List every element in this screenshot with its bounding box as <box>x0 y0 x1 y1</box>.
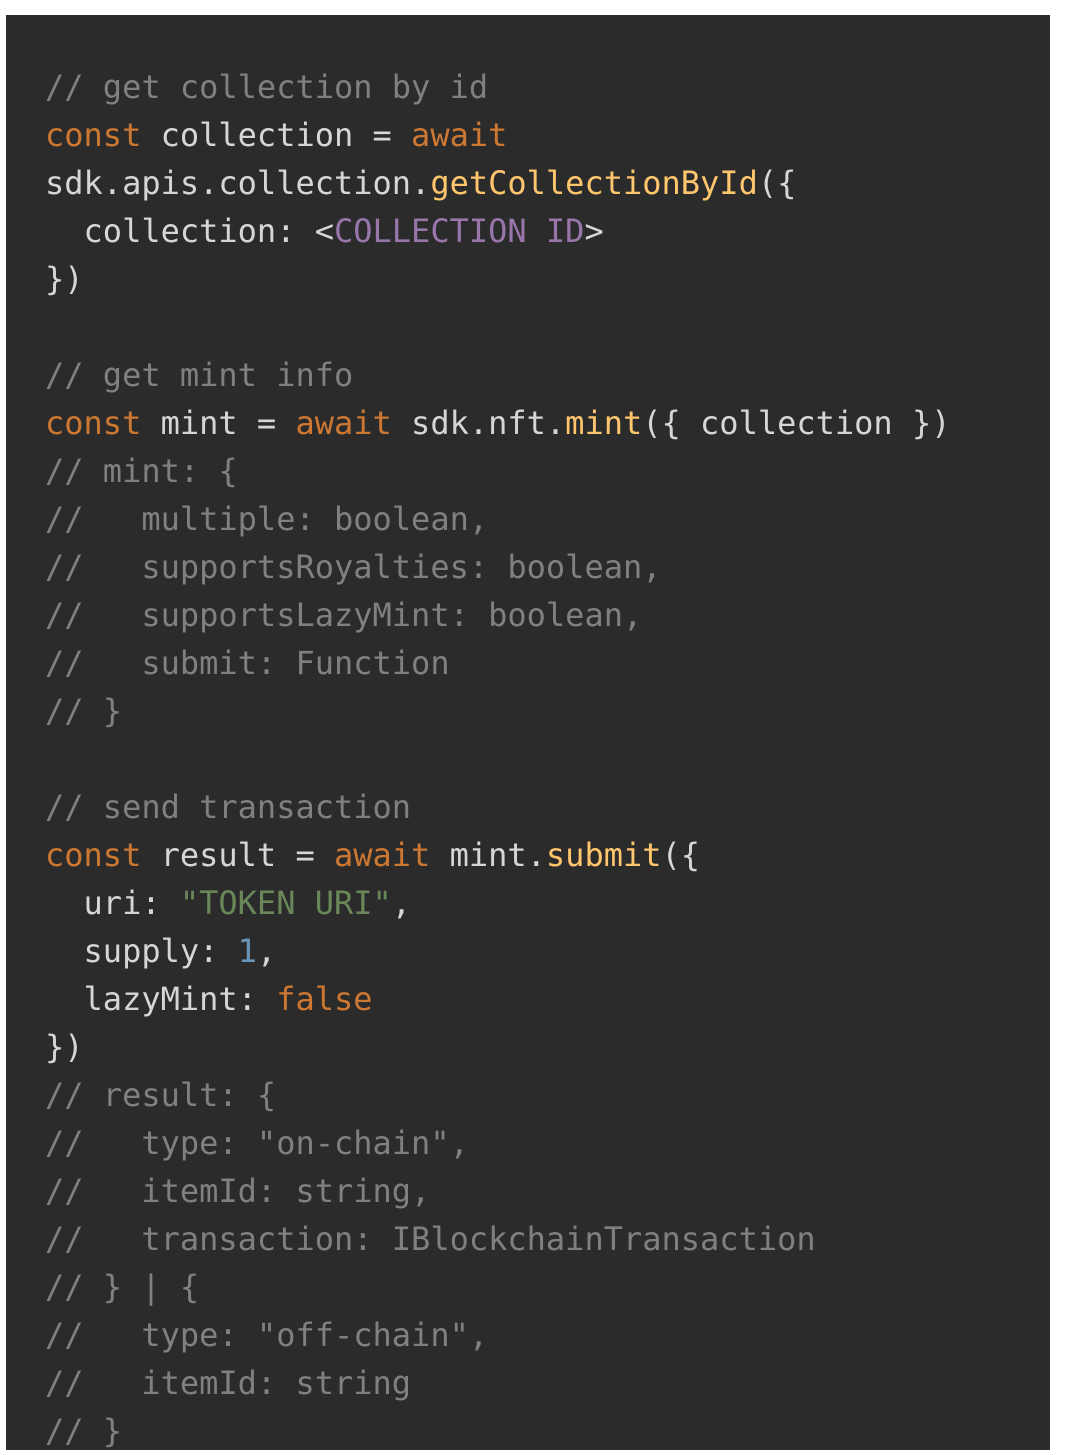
code-line: // result: { <box>45 1071 1050 1119</box>
code-number-token: 1 <box>237 932 257 970</box>
code-line: // itemId: string <box>45 1359 1050 1407</box>
code-line: uri: "TOKEN URI", <box>45 879 1050 927</box>
code-comment-token: // itemId: string, <box>45 1172 431 1210</box>
code-line: // type: "off-chain", <box>45 1311 1050 1359</box>
code-keyword-token: false <box>276 980 373 1018</box>
code-placeholder-token: COLLECTION ID <box>333 212 585 250</box>
code-line: // type: "on-chain", <box>45 1119 1050 1167</box>
code-line: // submit: Function <box>45 639 1050 687</box>
code-text-token: sdk.apis.collection. <box>45 164 431 202</box>
code-line: // multiple: boolean, <box>45 495 1050 543</box>
code-block: // get collection by id const collection … <box>6 15 1050 1450</box>
code-line: const result = await mint.submit({ <box>45 831 1050 879</box>
code-line: // get collection by id <box>45 63 1050 111</box>
code-string-token: "TOKEN URI" <box>179 884 392 922</box>
code-line: // } <box>45 1407 1050 1455</box>
code-comment-token: // mint: { <box>45 452 238 490</box>
code-text-token: lazyMint: <box>45 980 277 1018</box>
code-comment-token: // itemId: string <box>45 1364 412 1402</box>
code-comment-token: // type: "off-chain", <box>45 1316 489 1354</box>
code-keyword-token: await <box>295 404 392 442</box>
code-comment-token: // supportsRoyalties: boolean, <box>45 548 662 586</box>
code-line: // supportsLazyMint: boolean, <box>45 591 1050 639</box>
code-text-token: supply: <box>45 932 238 970</box>
code-keyword-token: const <box>45 836 142 874</box>
code-function-token: mint <box>565 404 643 442</box>
code-line: // itemId: string, <box>45 1167 1050 1215</box>
code-comment-token: // transaction: IBlockchainTransaction <box>45 1220 816 1258</box>
code-text-token: , <box>256 932 277 970</box>
code-line: supply: 1, <box>45 927 1050 975</box>
code-text-token: collection: < <box>45 212 334 250</box>
code-comment-token: // multiple: boolean, <box>45 500 489 538</box>
code-text-token: mint. <box>430 836 546 874</box>
code-text-token: }) <box>45 260 84 298</box>
code-line: // transaction: IBlockchainTransaction <box>45 1215 1050 1263</box>
code-comment-token: // send transaction <box>45 788 412 826</box>
code-text-token: sdk.nft. <box>391 404 566 442</box>
code-comment-token: // } | { <box>45 1268 200 1306</box>
code-comment-token: // } <box>45 692 123 730</box>
code-text-token: }) <box>45 1028 84 1066</box>
code-line: const collection = await <box>45 111 1050 159</box>
code-text-token: , <box>391 884 412 922</box>
code-comment-token: // get collection by id <box>45 68 489 106</box>
code-comment-token: // submit: Function <box>45 644 450 682</box>
code-text-token: result = <box>141 836 334 874</box>
code-line: const mint = await sdk.nft.mint({ collec… <box>45 399 1050 447</box>
code-function-token: submit <box>545 836 662 874</box>
code-line: // } <box>45 687 1050 735</box>
code-text-token: ({ <box>757 164 797 202</box>
code-comment-token: // } <box>45 1412 123 1450</box>
code-text-token: ({ <box>661 836 701 874</box>
code-line: // } | { <box>45 1263 1050 1311</box>
code-function-token: getCollectionById <box>430 164 758 202</box>
code-line: // get mint info <box>45 351 1050 399</box>
code-keyword-token: const <box>45 116 142 154</box>
code-line: // supportsRoyalties: boolean, <box>45 543 1050 591</box>
code-text-token: ({ collection }) <box>642 404 951 442</box>
code-text-token: mint = <box>141 404 296 442</box>
code-lines: // get collection by id const collection … <box>45 63 1050 1455</box>
code-text-token: uri: <box>45 884 180 922</box>
code-line: sdk.apis.collection.getCollectionById({ <box>45 159 1050 207</box>
code-text-token: collection = <box>141 116 412 154</box>
code-comment-token: // get mint info <box>45 356 354 394</box>
code-line: lazyMint: false <box>45 975 1050 1023</box>
code-line: // mint: { <box>45 447 1050 495</box>
code-comment-token: // supportsLazyMint: boolean, <box>45 596 643 634</box>
code-keyword-token: await <box>411 116 508 154</box>
code-keyword-token: await <box>333 836 431 874</box>
code-line: }) <box>45 1023 1050 1071</box>
code-comment-token: // type: "on-chain", <box>45 1124 469 1162</box>
code-line: // send transaction <box>45 783 1050 831</box>
code-line: collection: <COLLECTION ID> <box>45 207 1050 255</box>
code-line: }) <box>45 255 1050 303</box>
code-keyword-token: const <box>45 404 142 442</box>
code-comment-token: // result: { <box>45 1076 277 1114</box>
code-text-token: > <box>584 212 604 250</box>
